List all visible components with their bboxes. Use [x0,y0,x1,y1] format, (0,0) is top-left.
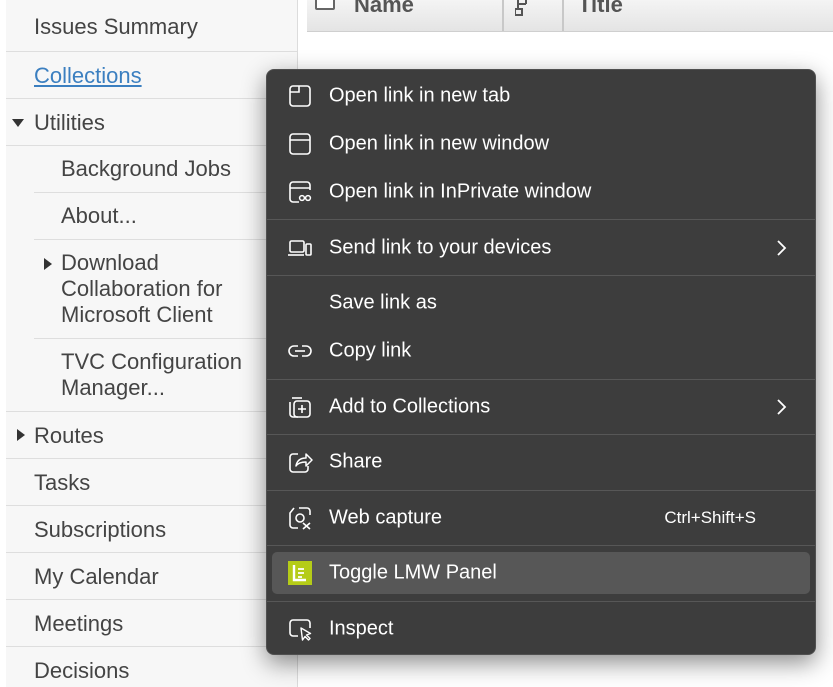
nav-item-label: Download Collaboration for Microsoft Cli… [61,250,223,327]
keyboard-shortcut: Ctrl+Shift+S [664,508,756,527]
menu-item-inspect[interactable]: Inspect [272,608,810,650]
nav-item-about[interactable]: About... [6,193,297,240]
menu-separator [267,490,815,491]
new-window-icon [289,133,311,155]
menu-separator [267,434,815,435]
select-all-checkbox[interactable] [315,0,335,10]
nav-item-issues-summary[interactable]: Issues Summary [6,0,297,52]
nav-item-download-collaboration[interactable]: Download Collaboration for Microsoft Cli… [6,240,297,339]
nav-item-collections[interactable]: Collections [6,52,297,99]
column-header-title[interactable]: Title [578,0,623,18]
caret-right-icon[interactable] [44,258,52,270]
nav-item-subscriptions[interactable]: Subscriptions [6,506,297,553]
menu-item-copy-link[interactable]: Copy link [272,330,810,372]
link-icon [288,345,312,357]
menu-item-label: Share [329,450,383,473]
nav-item-label: About... [61,203,137,228]
menu-item-label: Open link in new tab [329,84,511,107]
inspect-icon [289,619,312,641]
menu-item-label: Toggle LMW Panel [329,561,497,584]
nav-item-label: Decisions [34,658,130,683]
menu-separator [267,601,815,602]
chevron-right-icon [777,399,787,415]
caret-down-icon[interactable] [12,119,24,127]
column-divider[interactable] [562,0,564,31]
menu-item-label: Save link as [329,291,437,314]
nav-item-label: Utilities [34,110,105,135]
nav-item-meetings[interactable]: Meetings [6,600,297,647]
new-tab-icon [289,85,311,107]
menu-item-save-link-as[interactable]: Save link as [272,282,810,324]
nav-item-label: Issues Summary [34,14,198,39]
menu-item-open-new-tab[interactable]: Open link in new tab [272,75,810,117]
menu-item-label: Web capture [329,506,443,529]
share-icon [289,453,313,473]
column-header-name[interactable]: Name [354,0,414,18]
nav-item-label: Meetings [34,611,124,636]
nav-item-decisions[interactable]: Decisions [6,647,297,687]
nav-item-label: Subscriptions [34,517,167,542]
menu-item-label: Inspect [329,617,394,640]
menu-item-open-inprivate[interactable]: Open link in InPrivate window [272,171,810,213]
nav-item-tvc-configuration-manager[interactable]: TVC Configuration Manager... [6,339,297,412]
nav-item-routes[interactable]: Routes [6,412,297,459]
nav-item-label: TVC Configuration Manager... [61,349,242,400]
devices-icon [288,240,312,256]
menu-separator [267,379,815,380]
context-menu: Open link in new tab Open link in new wi… [266,69,816,655]
menu-separator [267,219,815,220]
chevron-right-icon [777,240,787,256]
menu-item-label: Add to Collections [329,395,491,418]
menu-item-web-capture[interactable]: Web capture Ctrl+Shift+S [272,497,810,539]
column-divider[interactable] [502,0,504,31]
menu-separator [267,545,815,546]
table-header: Name Title [307,0,833,32]
nav-item-label: My Calendar [34,564,159,589]
nav-item-label: Background Jobs [61,156,231,181]
left-navigation: Issues Summary Collections Utilities Bac… [6,0,298,687]
nav-item-my-calendar[interactable]: My Calendar [6,553,297,600]
menu-item-toggle-lmw-panel[interactable]: Toggle LMW Panel [272,552,810,594]
menu-item-label: Open link in InPrivate window [329,180,592,203]
web-capture-icon [289,507,311,530]
inprivate-window-icon [289,181,312,203]
lmw-panel-icon [288,561,312,585]
menu-item-add-to-collections[interactable]: Add to Collections [272,386,810,428]
nav-item-utilities[interactable]: Utilities [6,99,297,146]
collections-add-icon [289,397,311,418]
nav-item-label: Tasks [34,470,91,495]
caret-right-icon[interactable] [17,429,25,441]
menu-item-share[interactable]: Share [272,441,810,483]
nav-item-label[interactable]: Collections [34,63,142,89]
menu-separator [267,275,815,276]
menu-item-label: Open link in new window [329,132,550,155]
nav-item-label: Routes [34,423,104,448]
hierarchy-icon[interactable] [515,0,533,16]
nav-item-tasks[interactable]: Tasks [6,459,297,506]
menu-item-label: Copy link [329,339,412,362]
menu-item-send-to-devices[interactable]: Send link to your devices [272,227,810,269]
menu-item-label: Send link to your devices [329,236,552,259]
nav-item-background-jobs[interactable]: Background Jobs [6,146,297,193]
menu-item-open-new-window[interactable]: Open link in new window [272,123,810,165]
